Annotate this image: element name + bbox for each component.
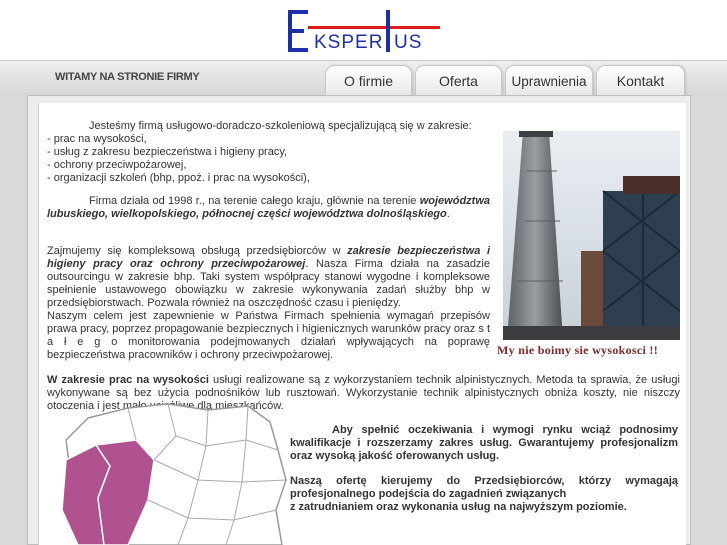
- tab-uprawnienia[interactable]: Uprawnienia: [505, 65, 593, 96]
- chimney-photo: [503, 131, 680, 340]
- intro-text: Jesteśmy firmą usługowo-doradczo-szkolen…: [89, 120, 472, 132]
- p2-end: .: [446, 208, 450, 220]
- logo-e-bottom: [288, 48, 308, 52]
- paragraph-quality: Aby spełnić oczekiwania i wymogi rynku w…: [290, 424, 678, 463]
- paragraph-services: Zajmujemy się kompleksową obsługą przeds…: [47, 245, 490, 310]
- poland-map: [58, 400, 290, 545]
- p7-line2: z zatrudnianiem oraz wykonania usług na …: [290, 501, 627, 513]
- logo-e-mid: [288, 29, 304, 33]
- p6-text: Aby spełnić oczekiwania i wymogi rynku w…: [290, 424, 678, 462]
- service-item: - ochrony przeciwpożarowej,: [47, 159, 187, 171]
- poland-map-svg: [61, 403, 287, 545]
- tab-kontakt[interactable]: Kontakt: [596, 65, 685, 96]
- chimney-illustration: [503, 131, 680, 340]
- p2-text: Firma działa od 1998 r., na terenie całe…: [89, 195, 417, 207]
- logo: KSPER US: [286, 8, 446, 56]
- logo-e-top: [288, 10, 308, 14]
- photo-caption: My nie boimy sie wysokosci !!: [497, 343, 659, 357]
- welcome-heading: WITAMY NA STRONIE FIRMY: [55, 71, 200, 83]
- logo-red-line: [308, 26, 440, 29]
- p5-bold: W zakresie prac na wysokości: [47, 374, 209, 386]
- tab-o-firmie[interactable]: O firmie: [325, 65, 412, 96]
- nav-tabs: O firmie Oferta Uprawnienia Kontakt: [325, 65, 685, 96]
- p4-text: Naszym celem jest zapewnienie w Państwa …: [47, 310, 490, 361]
- paragraph-offer: Naszą ofertę kierujemy do Przedsiębiorcó…: [290, 475, 678, 514]
- paragraph-company-area: Firma działa od 1998 r., na terenie całe…: [47, 195, 490, 221]
- service-item: - organizacji szkoleń (bhp, ppoż. i prac…: [47, 172, 310, 184]
- paragraph-goal: Naszym celem jest zapewnienie w Państwa …: [47, 310, 490, 362]
- service-item: - prac na wysokości,: [47, 133, 147, 145]
- tab-oferta[interactable]: Oferta: [415, 65, 502, 96]
- logo-t-stem: [386, 10, 390, 52]
- logo-word-2: US: [394, 32, 423, 53]
- intro-block: Jesteśmy firmą usługowo-doradczo-szkolen…: [47, 120, 487, 185]
- p7-line1: Naszą ofertę kierujemy do Przedsiębiorcó…: [290, 475, 678, 500]
- logo-word-1: KSPER: [314, 32, 384, 53]
- service-item: - usług z zakresu bezpieczeństwa i higie…: [47, 146, 288, 158]
- p3-start: Zajmujemy się kompleksową obsługą przeds…: [47, 245, 341, 257]
